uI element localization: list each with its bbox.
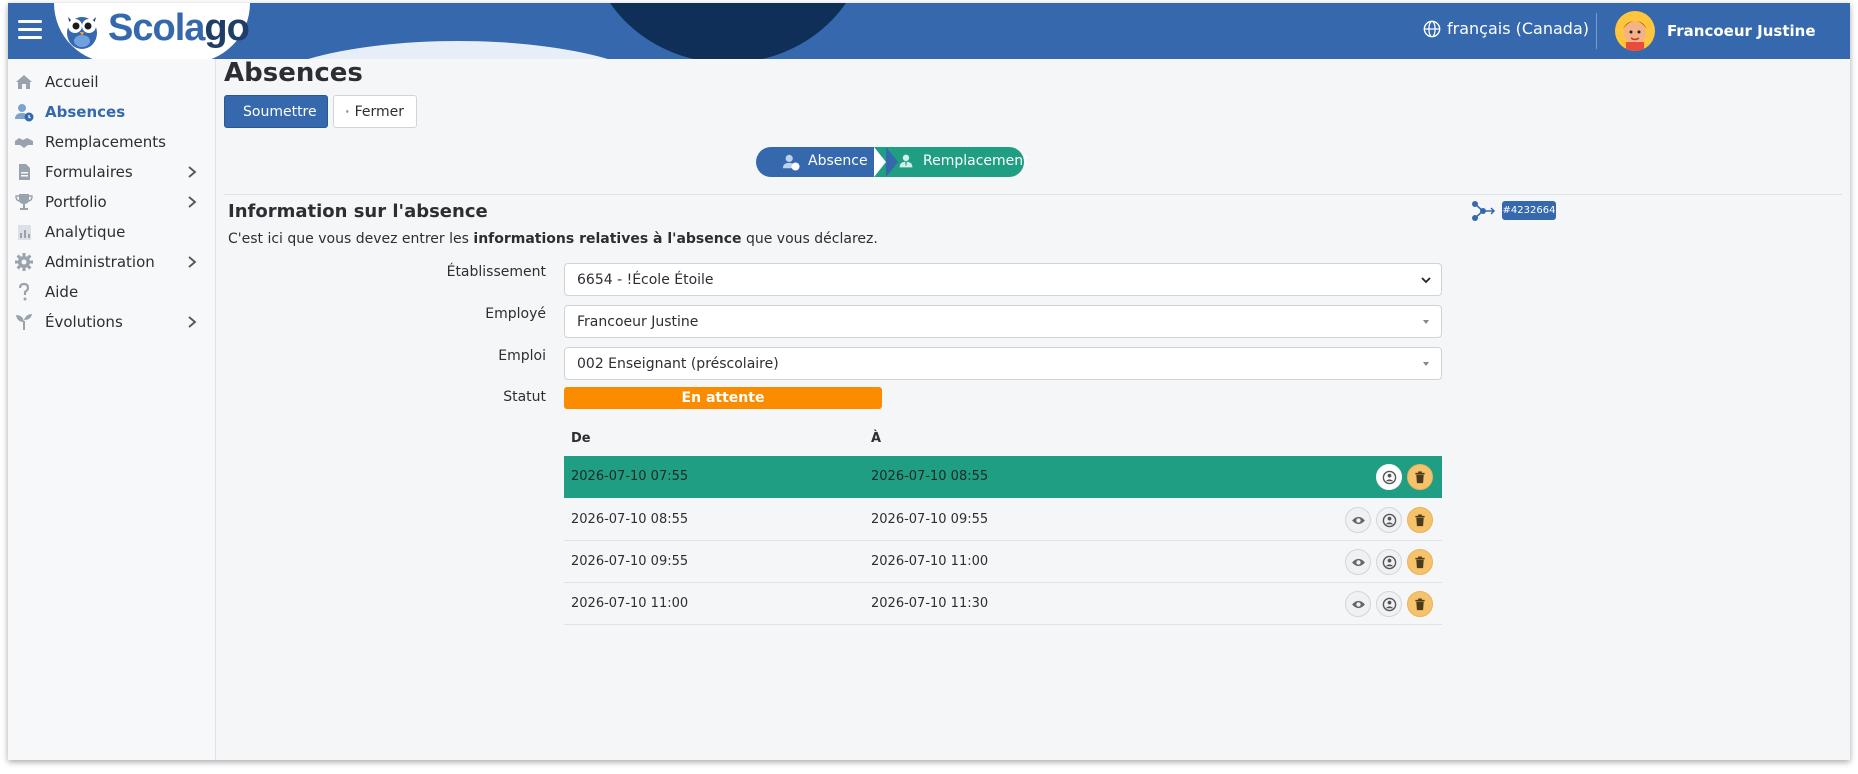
trash-icon xyxy=(1415,470,1425,483)
workflow-icon[interactable] xyxy=(1470,200,1496,222)
caret-down-icon xyxy=(1423,320,1429,324)
employe-label: Employé xyxy=(485,306,546,322)
caret-down-icon xyxy=(1423,362,1429,366)
section-intro: C'est ici que vous devez entrer les info… xyxy=(228,231,878,247)
sidebar-item-portfolio[interactable]: Portfolio xyxy=(8,187,216,217)
sidebar-item-accueil[interactable]: Accueil xyxy=(8,67,216,97)
delete-button[interactable] xyxy=(1407,464,1433,490)
sidebar-item-formulaires[interactable]: Formulaires xyxy=(8,157,216,187)
section-title: Information sur l'absence xyxy=(228,201,488,222)
table-row[interactable]: 2026-07-10 07:55 2026-07-10 08:55 xyxy=(564,456,1442,498)
sidebar-item-evolutions[interactable]: Évolutions xyxy=(8,307,216,337)
sprout-icon xyxy=(16,314,32,330)
app-window: Scolago français (Canada) Francoeur Just… xyxy=(8,3,1850,760)
eye-icon xyxy=(1351,600,1365,608)
sidebar-item-analytique[interactable]: Analytique xyxy=(8,217,216,247)
gear-icon xyxy=(15,253,33,271)
chart-icon xyxy=(18,225,31,240)
page-title: Absences xyxy=(224,58,363,88)
table-row[interactable]: 2026-07-10 09:55 2026-07-10 11:00 xyxy=(564,541,1442,583)
user-name: Francoeur Justine xyxy=(1667,22,1816,40)
table-row[interactable]: 2026-07-10 11:00 2026-07-10 11:30 xyxy=(564,583,1442,625)
handshake-icon xyxy=(15,138,33,148)
close-circle-icon xyxy=(346,110,349,113)
view-button[interactable] xyxy=(1345,549,1371,575)
replace-button[interactable] xyxy=(1376,591,1402,617)
view-button[interactable] xyxy=(1345,507,1371,533)
employe-select[interactable]: Francoeur Justine xyxy=(564,305,1442,338)
statut-label: Statut xyxy=(503,389,546,405)
globe-icon xyxy=(1423,20,1441,37)
eye-icon xyxy=(1351,516,1365,524)
user-exchange-icon xyxy=(1382,597,1396,611)
replace-button[interactable] xyxy=(1376,507,1402,533)
trash-icon xyxy=(1415,555,1425,568)
replace-button[interactable] xyxy=(1376,549,1402,575)
delete-button[interactable] xyxy=(1407,507,1433,533)
top-bar: Scolago français (Canada) Francoeur Just… xyxy=(8,3,1850,59)
chevron-right-icon xyxy=(188,316,197,328)
sidebar-item-absences[interactable]: Absences xyxy=(8,97,216,127)
chevron-right-icon xyxy=(188,166,197,178)
avatar xyxy=(1615,11,1655,51)
question-icon xyxy=(18,282,30,301)
owl-logo-icon xyxy=(67,17,97,49)
delete-button[interactable] xyxy=(1407,549,1433,575)
scolago-logo[interactable]: Scolago xyxy=(108,7,250,50)
user-exchange-icon xyxy=(1382,555,1396,569)
chevron-right-icon xyxy=(188,256,197,268)
replace-button[interactable] xyxy=(1376,464,1402,490)
submit-button[interactable]: Soumettre xyxy=(224,95,328,128)
user-menu[interactable]: Francoeur Justine xyxy=(1615,11,1816,51)
trash-icon xyxy=(1415,513,1425,526)
sidebar: Accueil Absences Remplacements Formulair… xyxy=(8,59,216,760)
home-icon xyxy=(16,75,32,89)
user-exchange-icon xyxy=(1382,513,1396,527)
sidebar-item-remplacements[interactable]: Remplacements xyxy=(8,127,216,157)
file-icon xyxy=(19,164,30,180)
emploi-select[interactable]: 002 Enseignant (préscolaire) xyxy=(564,347,1442,380)
sidebar-item-administration[interactable]: Administration xyxy=(8,247,216,277)
language-selector[interactable]: français (Canada) xyxy=(1423,19,1589,38)
user-clock-icon xyxy=(782,154,800,171)
emploi-label: Emploi xyxy=(498,348,546,364)
eye-icon xyxy=(1351,558,1365,566)
column-header-from: De xyxy=(571,431,591,446)
id-badge: #4232664 xyxy=(1502,201,1556,220)
column-header-to: À xyxy=(871,431,882,446)
step-absence[interactable]: Absence xyxy=(756,147,898,177)
trash-icon xyxy=(1415,597,1425,610)
chevron-down-icon xyxy=(1421,277,1431,284)
menu-icon[interactable] xyxy=(18,17,42,41)
chevron-right-icon xyxy=(188,196,197,208)
table-row[interactable]: 2026-07-10 08:55 2026-07-10 09:55 xyxy=(564,499,1442,541)
status-badge: En attente xyxy=(564,387,882,409)
close-button[interactable]: Fermer xyxy=(333,95,417,128)
view-button[interactable] xyxy=(1345,591,1371,617)
etablissement-label: Établissement xyxy=(446,264,546,280)
user-tie-icon xyxy=(899,154,913,168)
wizard-steps: Absence Remplacement xyxy=(756,147,1029,177)
user-exchange-icon xyxy=(1382,470,1396,484)
trophy-icon xyxy=(15,194,33,210)
delete-button[interactable] xyxy=(1407,591,1433,617)
user-clock-icon xyxy=(15,104,34,122)
etablissement-select[interactable]: 6654 - !École Étoile xyxy=(564,263,1442,296)
sidebar-item-aide[interactable]: Aide xyxy=(8,277,216,307)
language-label: français (Canada) xyxy=(1447,19,1589,38)
